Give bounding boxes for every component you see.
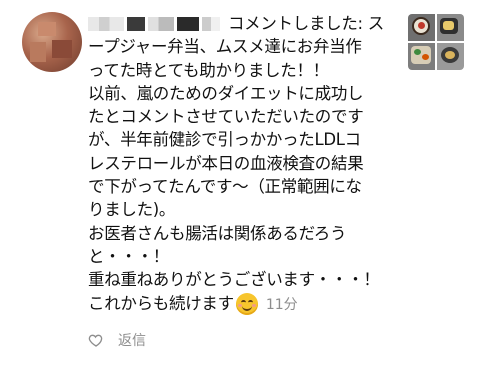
- comment-line: ープジャー弁当、ムスメ達にお弁当作: [88, 37, 362, 57]
- thumbnail-image: [437, 43, 464, 70]
- comment-line: で下がってたんです〜（正常範囲にな: [88, 177, 362, 197]
- comment-text: コメントしました: ス ープジャー弁当、ムスメ達にお弁当作 ってた時とても助かり…: [88, 12, 406, 317]
- comment-action-text: コメントしました: ス: [227, 14, 384, 33]
- post-thumbnail[interactable]: [408, 14, 464, 70]
- thumbnail-image: [437, 14, 464, 41]
- comment-line: 重ね重ねありがとうございます・・・！: [88, 270, 380, 290]
- redacted-username[interactable]: [88, 14, 228, 33]
- avatar[interactable]: [22, 12, 82, 72]
- heart-outline-icon[interactable]: [88, 332, 104, 348]
- comment-line: たとコメントさせていただいたのです: [88, 107, 364, 127]
- comment-line: レステロールが本日の血液検査の結果: [88, 153, 364, 173]
- smiling-face-emoji-icon: [235, 293, 258, 316]
- comment-body: コメントしました: ス ープジャー弁当、ムスメ達にお弁当作 ってた時とても助かり…: [88, 12, 406, 317]
- thumbnail-image: [408, 14, 435, 41]
- reply-button[interactable]: 返信: [118, 330, 146, 350]
- comment-line: これからも続けます: [88, 293, 234, 313]
- comment-line: と・・・！: [88, 246, 170, 266]
- comment-actions: 返信: [88, 330, 146, 350]
- comment-line: お医者さんも腸活は関係あるだろう: [88, 223, 347, 243]
- thumbnail-image: [408, 43, 435, 70]
- comment-header-line: コメントしました: ス: [88, 12, 406, 35]
- timestamp: 11分: [265, 296, 298, 313]
- comment-line: が、半年前健診で引っかかったLDLコ: [88, 130, 361, 150]
- comment-line: ってた時とても助かりました！！: [88, 60, 329, 80]
- comment-last-line: これからも続けます 11分: [88, 292, 406, 317]
- comment-line: 以前、嵐のためのダイエットに成功し: [88, 83, 364, 103]
- comment-line: りました)。: [88, 200, 176, 220]
